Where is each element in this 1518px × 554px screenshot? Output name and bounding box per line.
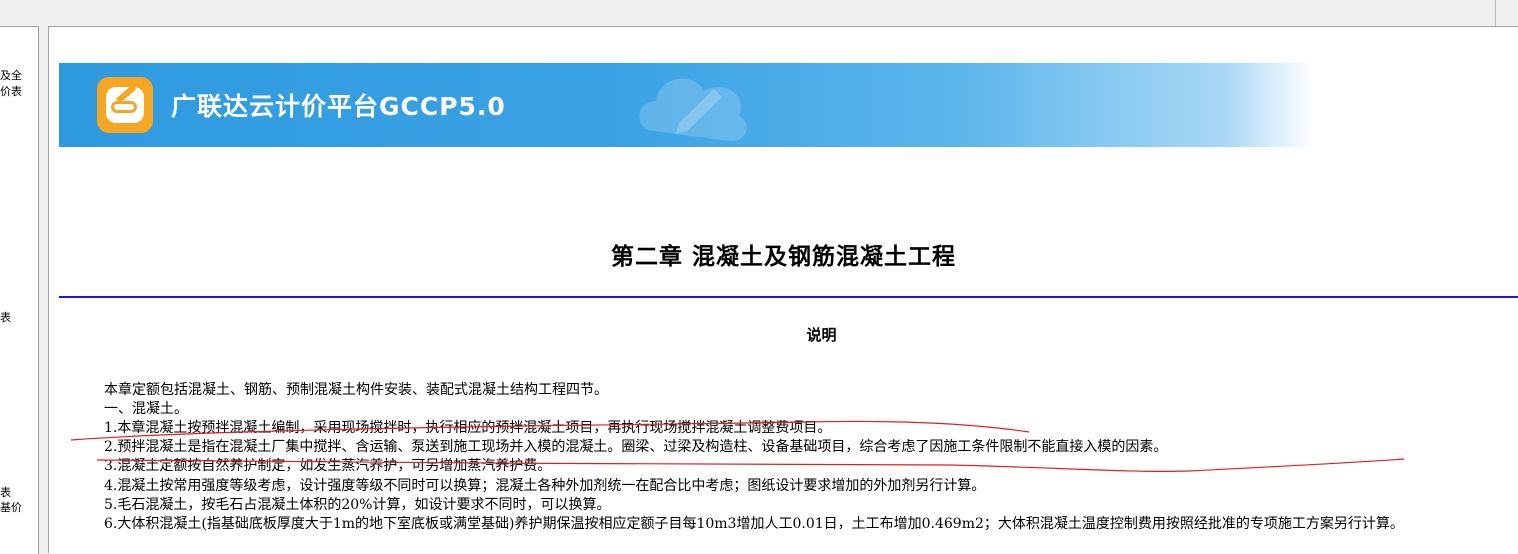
top-toolbar-strip (0, 0, 1518, 26)
tree-item-1[interactable]: 及全 (0, 69, 22, 82)
toolbar-divider (1495, 0, 1496, 26)
panel-splitter[interactable] (39, 26, 49, 553)
tree-item-5[interactable]: 基价 (0, 501, 22, 514)
document-viewer[interactable]: 广联达云计价平台GCCP5.0 第二章 混凝土及钢筋混凝土工程 说明 本章定额包… (49, 26, 1518, 554)
tree-item-4[interactable]: 表 (0, 486, 11, 499)
tree-item-3[interactable]: 表 (0, 311, 11, 324)
left-tree-panel[interactable]: 及全 价表 表 表 基价 (0, 26, 39, 554)
red-pen-annotation (70, 420, 1405, 472)
tree-item-2[interactable]: 价表 (0, 85, 22, 98)
